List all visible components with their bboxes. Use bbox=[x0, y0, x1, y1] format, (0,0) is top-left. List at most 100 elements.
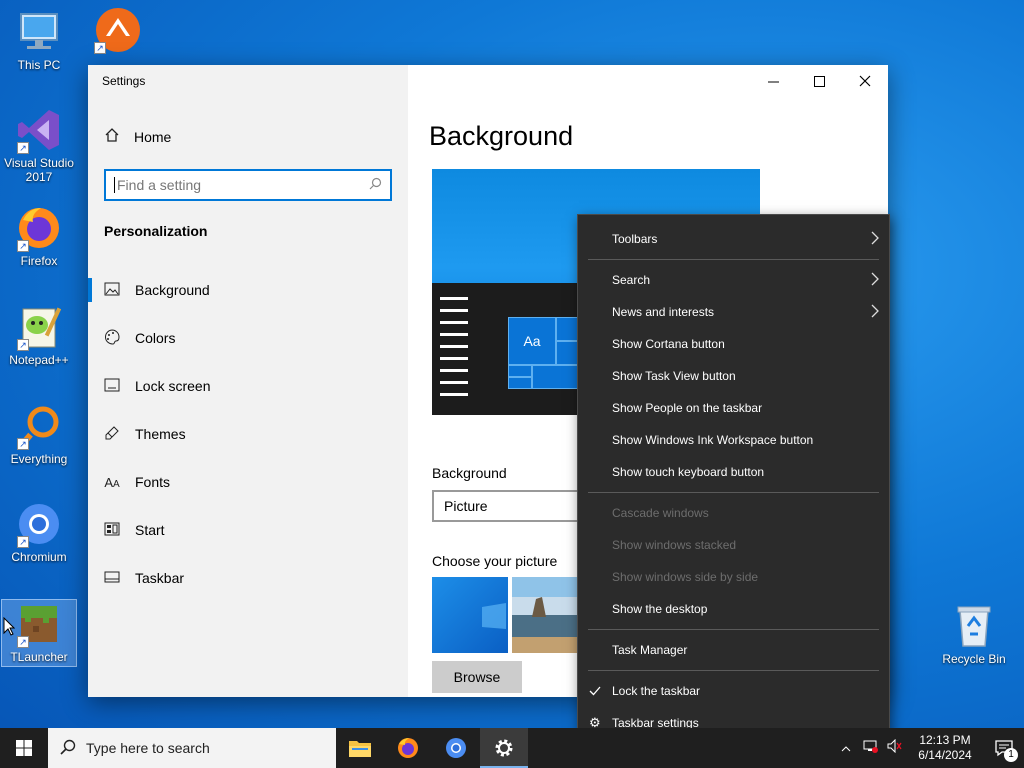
window-controls bbox=[750, 65, 888, 97]
start-button[interactable] bbox=[0, 728, 48, 768]
network-icon[interactable] bbox=[858, 739, 882, 758]
maximize-button[interactable] bbox=[796, 65, 842, 97]
search-placeholder: Find a setting bbox=[117, 177, 202, 193]
menu-item-label: News and interests bbox=[612, 305, 715, 319]
desktop-icon-recycle-bin[interactable]: Recycle Bin bbox=[936, 602, 1012, 666]
menu-item-label: Show windows side by side bbox=[612, 570, 759, 584]
taskbar-app-settings[interactable] bbox=[480, 728, 528, 768]
preview-tile-aa: Aa bbox=[508, 317, 556, 365]
menu-item-show-windows-side-by-side: Show windows side by side bbox=[578, 561, 889, 593]
nav-item-colors[interactable]: Colors bbox=[88, 314, 408, 362]
shortcut-arrow-icon: ↗ bbox=[17, 240, 29, 252]
clock[interactable]: 12:13 PM 6/14/2024 bbox=[906, 733, 984, 763]
taskbar[interactable]: Type here to search 12:13 PM 6/14/2024 1 bbox=[0, 728, 1024, 768]
desktop-icon-label: Everything bbox=[10, 452, 68, 466]
palette-icon bbox=[104, 328, 120, 348]
brush-icon bbox=[104, 425, 120, 444]
home-icon bbox=[104, 127, 120, 146]
menu-item-label: Show People on the taskbar bbox=[612, 401, 763, 415]
nav-label: Themes bbox=[135, 426, 186, 442]
picture-icon bbox=[104, 282, 120, 299]
menu-item-show-cortana-button[interactable]: Show Cortana button bbox=[578, 328, 889, 360]
desktop-icon-visual-studio[interactable]: ↗ Visual Studio 2017 bbox=[1, 106, 77, 184]
menu-item-toolbars[interactable]: Toolbars bbox=[578, 223, 889, 255]
taskbar-search-box[interactable]: Type here to search bbox=[48, 728, 336, 768]
system-tray: 12:13 PM 6/14/2024 1 bbox=[834, 728, 1024, 768]
menu-item-label: Show touch keyboard button bbox=[612, 465, 765, 479]
firefox-icon: ↗ bbox=[15, 204, 63, 252]
menu-item-lock-the-taskbar[interactable]: Lock the taskbar bbox=[578, 675, 889, 707]
search-icon bbox=[369, 177, 382, 193]
menu-item-search[interactable]: Search bbox=[578, 264, 889, 296]
start-icon bbox=[104, 522, 120, 539]
browse-button[interactable]: Browse bbox=[432, 661, 522, 693]
gear-icon bbox=[495, 739, 513, 757]
shortcut-arrow-icon: ↗ bbox=[94, 42, 106, 54]
nav-item-start[interactable]: Start bbox=[88, 506, 408, 554]
desktop-icon-everything[interactable]: ↗ Everything bbox=[1, 402, 77, 466]
everything-search-icon: ↗ bbox=[15, 402, 63, 450]
font-icon: AA bbox=[104, 474, 120, 490]
shortcut-arrow-icon: ↗ bbox=[17, 636, 29, 648]
menu-separator bbox=[588, 670, 879, 671]
clock-date: 6/14/2024 bbox=[918, 748, 972, 762]
picture-thumbnail-windows[interactable] bbox=[432, 577, 508, 653]
menu-item-show-task-view-button[interactable]: Show Task View button bbox=[578, 360, 889, 392]
chevron-right-icon bbox=[871, 231, 879, 248]
nav-label: Taskbar bbox=[135, 570, 185, 586]
section-title: Personalization bbox=[104, 223, 208, 239]
menu-item-label: Task Manager bbox=[612, 643, 688, 657]
desktop-icon-notepad-plus-plus[interactable]: ↗ Notepad++ bbox=[1, 303, 77, 367]
desktop-icon-this-pc[interactable]: This PC bbox=[1, 8, 77, 72]
chromium-icon bbox=[446, 738, 466, 758]
chevron-right-icon bbox=[871, 304, 879, 321]
nav-item-themes[interactable]: Themes bbox=[88, 410, 408, 458]
background-label: Background bbox=[432, 465, 507, 481]
nav-item-background[interactable]: Background bbox=[88, 266, 408, 314]
taskbar-app-firefox[interactable] bbox=[384, 728, 432, 768]
nav-item-taskbar[interactable]: Taskbar bbox=[88, 554, 408, 602]
picture-thumbnail-beach[interactable] bbox=[512, 577, 578, 653]
close-button[interactable] bbox=[842, 65, 888, 97]
volume-icon[interactable] bbox=[882, 738, 906, 758]
menu-item-show-touch-keyboard[interactable]: Show touch keyboard button bbox=[578, 456, 889, 488]
menu-item-show-the-desktop[interactable]: Show the desktop bbox=[578, 593, 889, 625]
menu-item-show-people[interactable]: Show People on the taskbar bbox=[578, 392, 889, 424]
anydesk-icon: ↗ bbox=[92, 6, 140, 54]
menu-item-label: Show Task View button bbox=[612, 369, 736, 383]
desktop-icon-anydesk-partial[interactable]: ↗ bbox=[78, 6, 154, 56]
firefox-icon bbox=[398, 738, 418, 758]
preview-start-menu: Aa bbox=[432, 283, 578, 415]
nav-item-fonts[interactable]: AA Fonts bbox=[88, 458, 408, 506]
choose-picture-label: Choose your picture bbox=[432, 553, 558, 569]
page-title: Background bbox=[429, 121, 574, 151]
desktop-icon-label: Notepad++ bbox=[9, 353, 69, 367]
search-icon bbox=[60, 739, 76, 758]
home-nav-item[interactable]: Home bbox=[104, 127, 171, 146]
desktop-icon-label: Firefox bbox=[20, 254, 58, 268]
menu-item-news-and-interests[interactable]: News and interests bbox=[578, 296, 889, 328]
menu-item-task-manager[interactable]: Task Manager bbox=[578, 634, 889, 666]
action-center-button[interactable]: 1 bbox=[984, 728, 1024, 768]
desktop-icon-label: Recycle Bin bbox=[942, 652, 1006, 666]
taskbar-app-chromium[interactable] bbox=[432, 728, 480, 768]
menu-item-cascade-windows: Cascade windows bbox=[578, 497, 889, 529]
taskbar-app-file-explorer[interactable] bbox=[336, 728, 384, 768]
menu-separator bbox=[588, 259, 879, 260]
minimize-icon bbox=[767, 81, 779, 82]
desktop-icon-chromium[interactable]: ↗ Chromium bbox=[1, 500, 77, 564]
desktop-icon-firefox[interactable]: ↗ Firefox bbox=[1, 204, 77, 268]
checkmark-icon bbox=[589, 684, 601, 699]
menu-separator bbox=[588, 629, 879, 630]
find-setting-input[interactable]: Find a setting bbox=[104, 169, 392, 201]
menu-item-label: Toolbars bbox=[612, 232, 658, 246]
nav-label: Fonts bbox=[135, 474, 171, 490]
chevron-right-icon bbox=[871, 272, 879, 289]
menu-item-show-ink-workspace[interactable]: Show Windows Ink Workspace button bbox=[578, 424, 889, 456]
menu-item-label: Show Windows Ink Workspace button bbox=[612, 433, 814, 447]
show-hidden-icons-button[interactable] bbox=[834, 739, 858, 757]
minimize-button[interactable] bbox=[750, 65, 796, 97]
menu-item-label: Show the desktop bbox=[612, 602, 708, 616]
nav-item-lock-screen[interactable]: Lock screen bbox=[88, 362, 408, 410]
settings-sidebar: Settings Home Find a setting Personaliza… bbox=[88, 65, 408, 697]
